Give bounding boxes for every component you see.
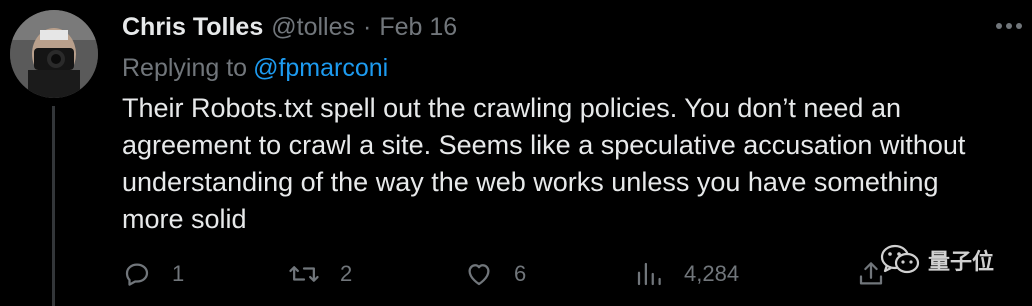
like-button[interactable]: 6 (464, 256, 526, 292)
author-handle[interactable]: @tolles (271, 13, 355, 42)
replying-to: Replying to @fpmarconi (122, 54, 388, 83)
more-button[interactable] (992, 12, 1026, 40)
more-icon (1006, 23, 1012, 29)
header-separator: · (363, 12, 372, 41)
tweet-body-line: understanding of the way the web works u… (122, 167, 939, 197)
retweet-icon (289, 266, 319, 282)
avatar-photo (10, 10, 98, 98)
heart-icon (468, 264, 490, 286)
tweet-body: Their Robots.txt spell out the crawling … (122, 90, 1002, 238)
retweet-count: 2 (340, 261, 353, 286)
reply-count: 1 (172, 261, 185, 286)
tweet-body-line: agreement to crawl a site. Seems like a … (122, 130, 966, 160)
replying-to-mention[interactable]: @fpmarconi (253, 54, 388, 82)
tweet-body-line: Their Robots.txt spell out the crawling … (122, 93, 901, 123)
tweet-header: Chris Tolles @tolles · Feb 16 (122, 10, 457, 44)
views-icon (637, 262, 661, 286)
more-icon (996, 23, 1002, 29)
retweet-button[interactable]: 2 (288, 256, 352, 292)
author-name[interactable]: Chris Tolles (122, 13, 263, 42)
thread-line (52, 106, 55, 306)
tweet-body-line: more solid (122, 204, 247, 234)
views-count: 4,284 (684, 261, 740, 286)
watermark-text: 量子位 (928, 249, 995, 274)
replying-to-label: Replying to (122, 54, 248, 82)
watermark: 量子位 (880, 240, 994, 280)
like-count: 6 (514, 261, 527, 286)
reply-icon (125, 263, 149, 286)
reply-button[interactable]: 1 (122, 256, 184, 292)
more-icon (1016, 23, 1022, 29)
wechat-icon (880, 244, 920, 274)
tweet: Chris Tolles @tolles · Feb 16 Replying t… (0, 0, 1032, 306)
avatar[interactable] (10, 10, 98, 98)
tweet-date[interactable]: Feb 16 (379, 13, 457, 42)
views-button[interactable]: 4,284 (634, 256, 739, 292)
